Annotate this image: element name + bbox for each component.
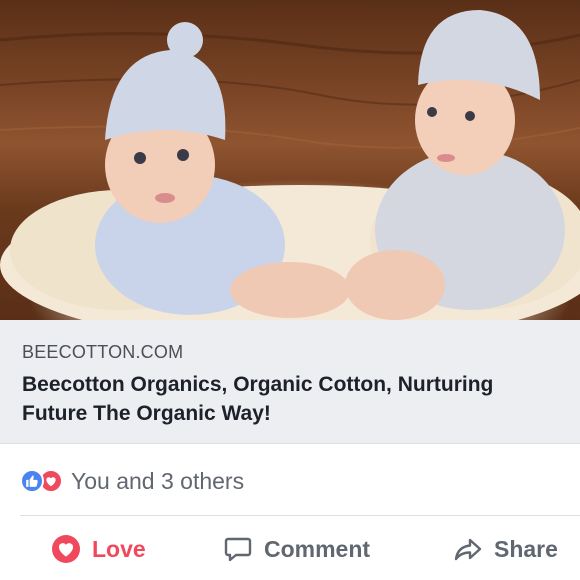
comment-button[interactable]: Comment bbox=[222, 522, 370, 576]
share-button-label: Share bbox=[494, 535, 558, 562]
link-preview[interactable]: BEECOTTON.COM Beecotton Organics, Organi… bbox=[0, 320, 580, 444]
baby-photo-illustration bbox=[0, 10, 580, 320]
share-icon bbox=[452, 533, 484, 565]
love-icon bbox=[50, 533, 82, 565]
reaction-count-text: You and 3 others bbox=[71, 467, 245, 494]
share-button[interactable]: Share bbox=[452, 522, 558, 576]
post-photo[interactable] bbox=[0, 0, 580, 320]
action-bar: Love Comment Share bbox=[0, 522, 580, 576]
like-icon bbox=[20, 469, 44, 493]
love-button[interactable]: Love bbox=[50, 522, 146, 576]
love-button-label: Love bbox=[92, 535, 146, 562]
divider bbox=[20, 515, 580, 516]
link-domain: BEECOTTON.COM bbox=[22, 342, 184, 362]
comment-button-label: Comment bbox=[264, 535, 371, 562]
reaction-summary[interactable]: You and 3 others bbox=[20, 464, 244, 498]
link-headline[interactable]: Beecotton Organics, Organic Cotton, Nurt… bbox=[22, 370, 562, 428]
comment-icon bbox=[222, 533, 254, 565]
